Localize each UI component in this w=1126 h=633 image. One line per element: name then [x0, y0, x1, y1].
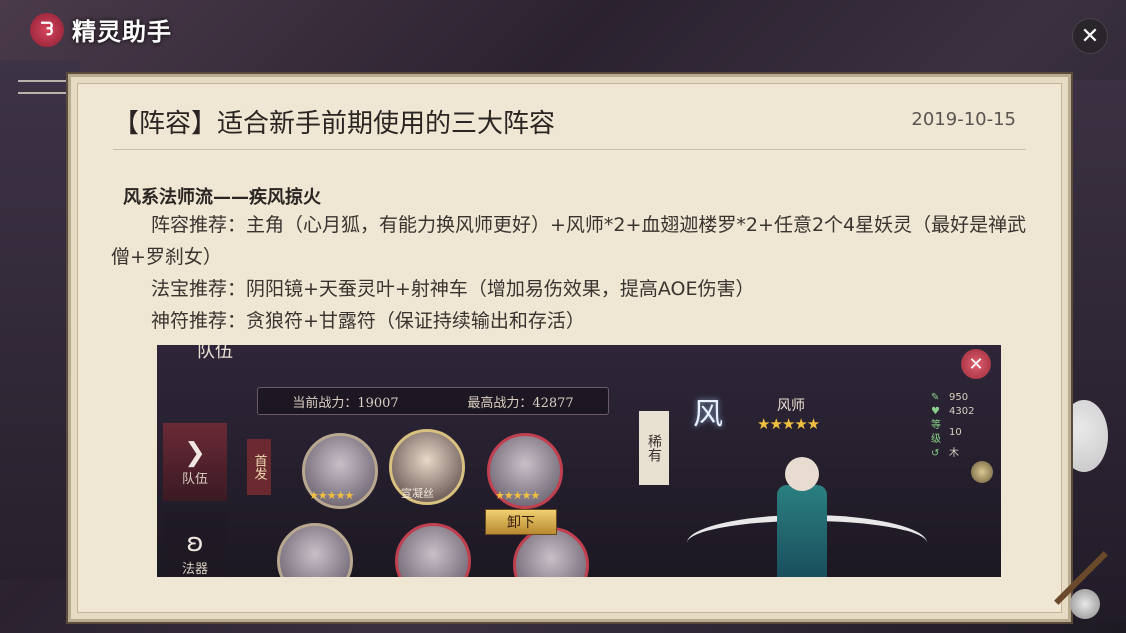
gs-hero-portrait	[277, 523, 353, 577]
gs-unload-button: 卸下	[485, 509, 557, 535]
gs-power-bar: 当前战力：19007 最高战力：42877	[257, 387, 609, 415]
gs-tab-artifact: ʚ 法器	[163, 513, 227, 577]
gs-tab-artifact-label: 法器	[181, 561, 208, 577]
article-title: 【阵容】适合新手前期使用的三大阵容	[113, 109, 556, 139]
gs-first-tag: 首发	[247, 439, 271, 495]
gs-close-icon: ✕	[961, 349, 991, 379]
close-button[interactable]: ✕	[1072, 18, 1108, 54]
gs-hero-stars: ★★★★★	[495, 489, 540, 502]
gs-stat-row: ♥ 4302	[931, 406, 975, 417]
gs-stat-row: 等级 10	[931, 420, 962, 445]
gs-team-icon: ❯	[184, 437, 206, 468]
article-panel: 【阵容】适合新手前期使用的三大阵容 2019-10-15 风系法师流——疾风掠火…	[68, 74, 1071, 622]
gs-character-stars: ★★★★★	[757, 415, 820, 433]
gs-element-glyph: 风	[693, 397, 723, 432]
gs-rarity-banner: 稀有	[639, 411, 669, 485]
treasure-recommendation-text: 法宝推荐：阴阳镜+天蚕灵叶+射神车（增加易伤效果，提高AOE伤害）	[151, 278, 755, 300]
talisman-recommendation-text: 神符推荐：贪狼符+甘露符（保证持续输出和存活）	[151, 310, 585, 332]
gs-team-banner: 队伍	[197, 345, 233, 362]
gs-current-power: 当前战力：19007	[292, 395, 399, 411]
app-header: ᘊ 精灵助手	[30, 12, 172, 47]
background-right-scenery	[1066, 80, 1126, 620]
gs-artifact-icon: ʚ	[186, 527, 204, 558]
gs-stat-row: ✎ 950	[931, 392, 969, 403]
article-date: 2019-10-15	[911, 109, 1016, 130]
gs-stat-box: ✎ 950 ♥ 4302 等级 10 ↺ 木	[931, 391, 991, 461]
gs-character-name: 风师	[777, 398, 805, 414]
title-divider	[113, 149, 1026, 150]
section-heading: 风系法师流——疾风掠火	[123, 187, 321, 208]
gs-character-figure	[687, 455, 927, 577]
gs-orb-icon	[971, 461, 993, 483]
brush-pen-decoration	[1036, 551, 1108, 625]
gs-tab-team-label: 队伍	[181, 471, 208, 487]
lineup-recommendation-text: 阵容推荐：主角（心月狐，有能力换风师更好）+风师*2+血翅迦楼罗*2+任意2个4…	[111, 214, 1027, 268]
gs-hero-name: 宣凝丝	[401, 487, 434, 500]
gs-stat-row: ↺ 木	[931, 448, 959, 459]
gs-max-power: 最高战力：42877	[467, 395, 574, 411]
app-title: 精灵助手	[72, 17, 172, 46]
app-logo-icon: ᘊ	[30, 12, 64, 47]
gs-hero-portrait	[395, 523, 471, 577]
gs-hero-stars: ★★★★★	[309, 489, 354, 502]
game-screenshot-image: 队伍 ✕ 当前战力：19007 最高战力：42877 ❯ 队伍 ʚ 法器 首发 …	[157, 345, 1001, 577]
gs-tab-team: ❯ 队伍	[163, 423, 227, 501]
